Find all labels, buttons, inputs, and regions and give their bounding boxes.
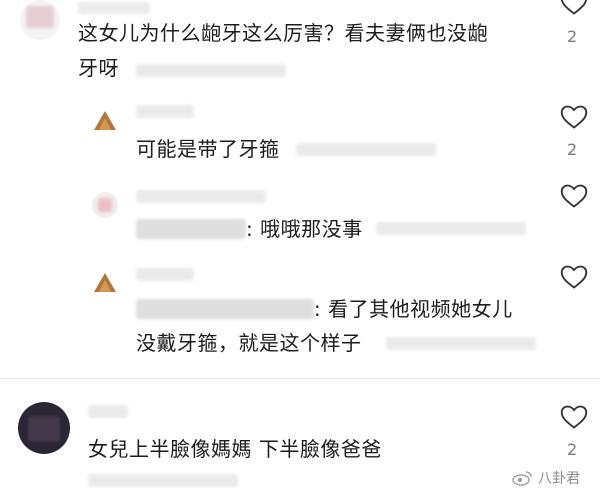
like-count: 2 [567,27,578,46]
comment-meta [88,474,238,487]
username[interactable] [78,2,150,14]
username[interactable] [136,268,194,281]
username[interactable] [136,190,266,203]
avatar[interactable] [20,0,60,40]
like-icon[interactable] [560,183,588,209]
comment-text: 女兒上半臉像媽媽 下半臉像爸爸 [88,437,382,461]
username[interactable] [136,105,194,118]
avatar[interactable] [18,402,70,454]
comment-meta [386,337,536,350]
like-count: 2 [567,440,578,459]
avatar[interactable] [92,108,118,132]
divider [0,378,600,379]
like-icon[interactable] [560,264,588,290]
comment-text: 没戴牙箍，就是这个样子 [136,331,362,355]
like-icon[interactable] [560,0,588,16]
comment-meta [376,222,526,235]
comment-meta [296,143,436,156]
reply-to-name[interactable] [136,219,246,239]
avatar[interactable] [92,270,118,294]
weibo-logo-icon [512,471,532,486]
like-icon[interactable] [560,404,588,430]
comment-meta [136,64,286,77]
comment-text: : 看了其他视频她女儿 [314,297,513,321]
comment-text: 可能是带了牙箍 [136,137,280,161]
watermark-text: 八卦君 [538,471,580,487]
comment-text: : 哦哦那没事 [246,217,363,241]
comment-text: 牙呀 [78,56,119,80]
username[interactable] [88,405,128,418]
watermark: 八卦君 [512,468,580,488]
like-icon[interactable] [560,104,588,130]
like-count: 2 [567,140,578,159]
comment-text: 这女儿为什么龅牙这么厉害？看夫妻俩也没龅 [78,21,488,45]
avatar[interactable] [92,192,118,218]
reply-to-name[interactable] [136,299,314,319]
